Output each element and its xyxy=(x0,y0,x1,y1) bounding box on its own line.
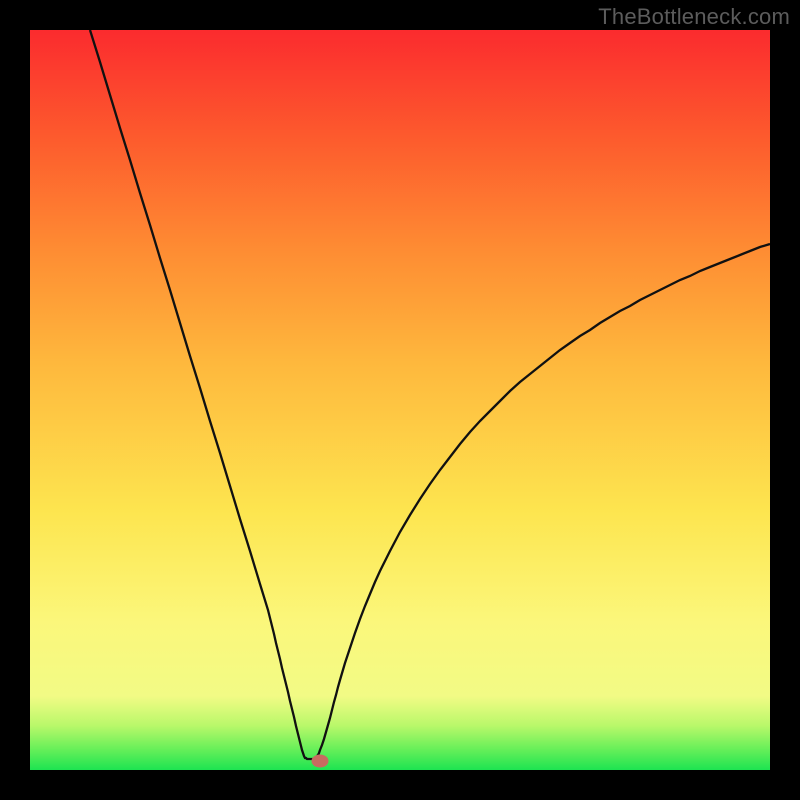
bottleneck-curve xyxy=(30,30,770,770)
curve-path xyxy=(90,30,770,759)
chart-frame: TheBottleneck.com xyxy=(0,0,800,800)
optimal-point-marker xyxy=(312,755,329,768)
watermark-text: TheBottleneck.com xyxy=(598,4,790,30)
